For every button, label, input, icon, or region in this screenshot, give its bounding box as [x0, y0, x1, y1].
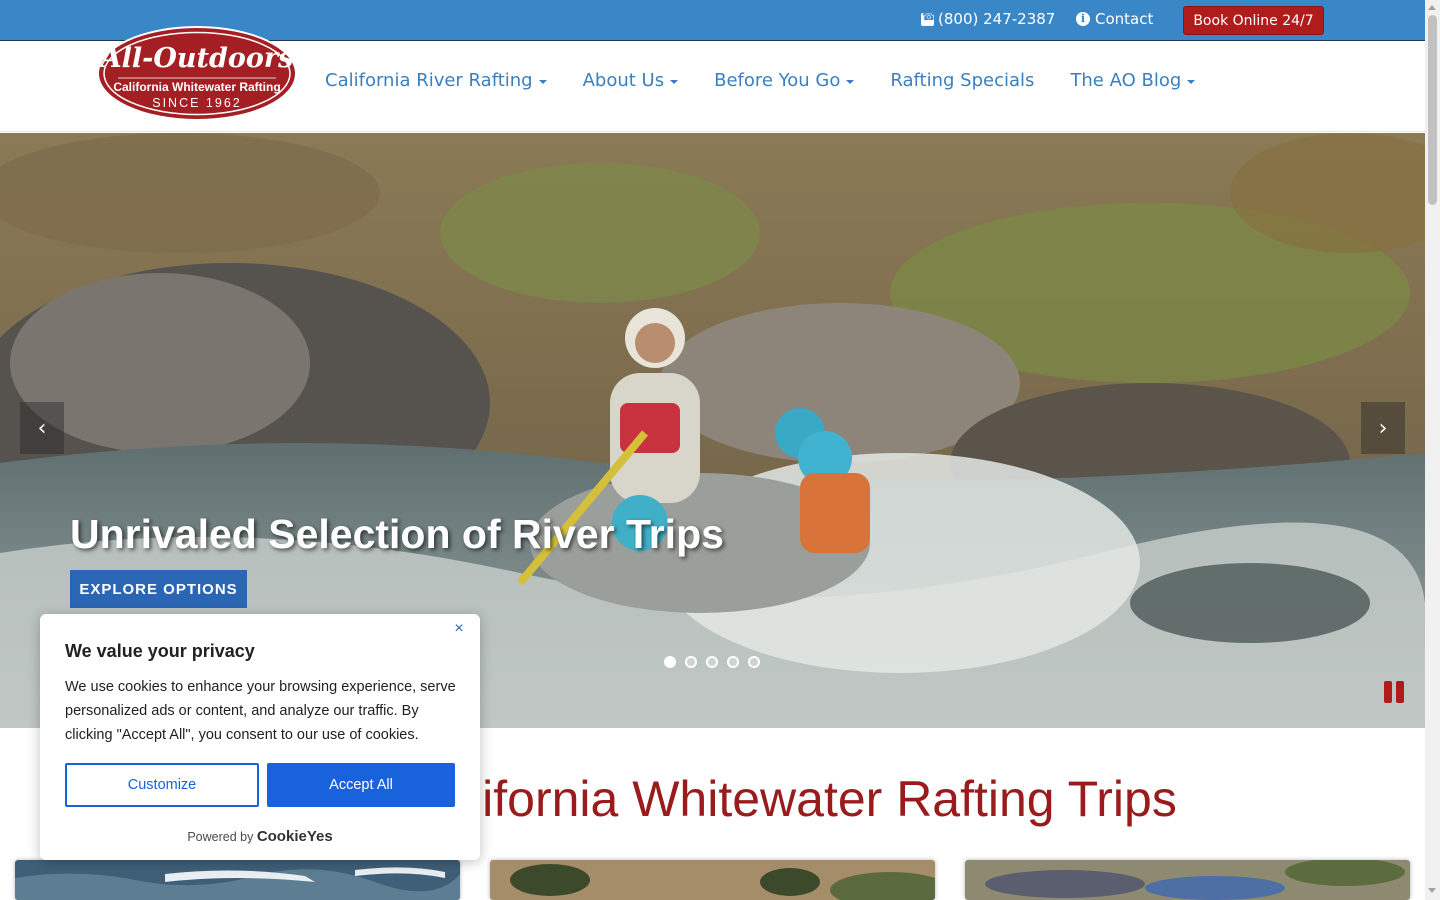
customize-button[interactable]: Customize	[65, 763, 259, 807]
slider-dot-1[interactable]	[664, 656, 676, 668]
contact-label: Contact	[1095, 10, 1154, 28]
slider-dot-5[interactable]	[748, 656, 760, 668]
nav-label: Before You Go	[714, 70, 841, 91]
phone-number: (800) 247-2387	[938, 10, 1056, 28]
nav-ao-blog[interactable]: The AO Blog	[1070, 70, 1196, 91]
logo-since: SINCE 1962	[152, 96, 241, 110]
scroll-down-icon[interactable]	[1428, 888, 1436, 893]
trip-card-1[interactable]	[15, 860, 460, 900]
close-icon[interactable]: ×	[452, 621, 466, 637]
trip-card-image	[15, 860, 460, 900]
cookie-body: We use cookies to enhance your browsing …	[65, 679, 456, 743]
nav-label: About Us	[582, 70, 665, 91]
nav-rafting-specials[interactable]: Rafting Specials	[890, 70, 1034, 91]
slider-dots	[664, 656, 760, 668]
main-nav: California River Rafting About Us Before…	[325, 70, 1231, 91]
trip-card-image	[490, 860, 935, 900]
caret-down-icon	[846, 79, 855, 84]
scroll-thumb[interactable]	[1428, 15, 1437, 205]
slider-dot-2[interactable]	[685, 656, 697, 668]
slider-dot-4[interactable]	[727, 656, 739, 668]
site-header: All-Outdoors California Whitewater Rafti…	[0, 26, 1425, 132]
caret-down-icon	[670, 79, 679, 84]
info-circle-icon: i	[1076, 12, 1090, 26]
trip-card-2[interactable]	[490, 860, 935, 900]
book-online-button[interactable]: Book Online 24/7	[1183, 6, 1324, 35]
logo-wordmark: All-Outdoors	[98, 43, 294, 74]
nav-about-us[interactable]: About Us	[583, 70, 679, 91]
trip-card-3[interactable]	[965, 860, 1410, 900]
trip-card-image	[965, 860, 1410, 900]
cookieyes-logo[interactable]: CookieYes	[257, 828, 333, 845]
nav-label: California River Rafting	[325, 70, 533, 91]
phone-icon	[921, 10, 936, 26]
caret-down-icon	[1187, 79, 1196, 84]
nav-before-you-go[interactable]: Before You Go	[714, 70, 855, 91]
powered-by: Powered by CookieYes	[40, 828, 480, 845]
pause-icon[interactable]	[1384, 681, 1406, 703]
logo-badge: All-Outdoors California Whitewater Rafti…	[97, 26, 297, 121]
powered-by-label: Powered by	[187, 830, 254, 844]
explore-options-button[interactable]: EXPLORE OPTIONS	[70, 570, 247, 608]
hero-title: Unrivaled Selection of River Trips	[70, 511, 724, 557]
caret-down-icon	[538, 79, 547, 84]
slider-prev-button[interactable]: ‹	[20, 402, 64, 454]
page-scrollbar[interactable]	[1425, 0, 1440, 900]
slider-next-button[interactable]: ›	[1361, 402, 1405, 454]
logo-tagline: California Whitewater Rafting	[113, 80, 280, 94]
nav-label: Rafting Specials	[890, 70, 1035, 91]
nav-california-river-rafting[interactable]: California River Rafting	[325, 70, 547, 91]
scroll-up-icon[interactable]	[1428, 5, 1436, 10]
slider-dot-3[interactable]	[706, 656, 718, 668]
cookie-title: We value your privacy	[65, 641, 255, 661]
cookie-consent-dialog: × We value your privacy We use cookies t…	[40, 614, 480, 860]
section-title-text: California Whitewater Rafting Trips	[407, 771, 1177, 827]
nav-label: The AO Blog	[1070, 70, 1182, 91]
phone-link[interactable]: (800) 247-2387	[921, 10, 1055, 28]
site-logo[interactable]: All-Outdoors California Whitewater Rafti…	[96, 25, 298, 122]
accept-all-button[interactable]: Accept All	[267, 763, 455, 807]
contact-link[interactable]: i Contact	[1076, 10, 1153, 28]
